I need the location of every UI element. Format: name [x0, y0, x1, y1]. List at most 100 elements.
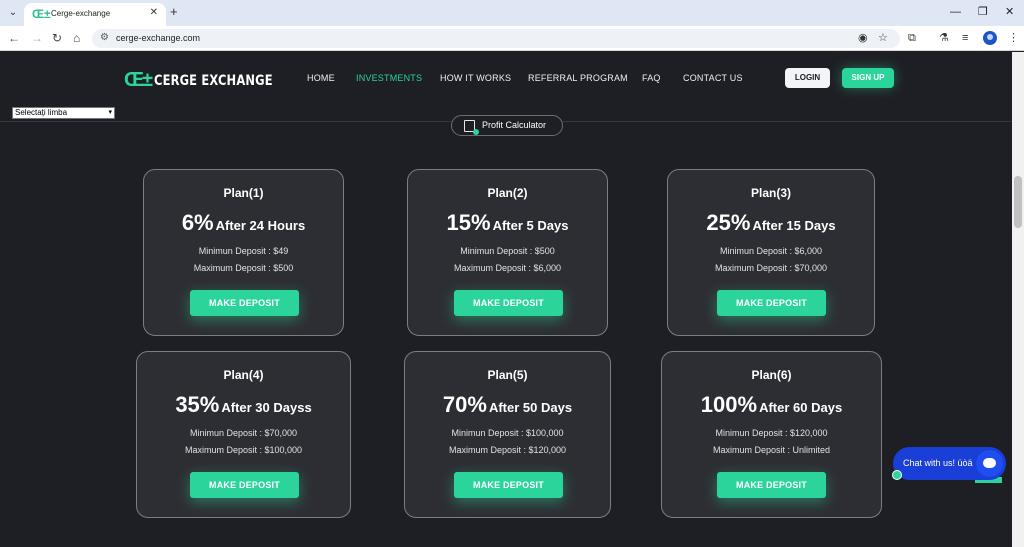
logo-mark-icon: Œ± — [124, 69, 153, 91]
plan-min-deposit: Minimun Deposit : $6,000 — [719, 246, 823, 256]
plan-headline: 100% After 60 Days — [662, 392, 881, 418]
address-bar[interactable]: ⚙ cerge-exchange.com ◉ ☆ — [92, 29, 900, 48]
plan-headline: 35% After 30 Dayss — [137, 392, 350, 418]
chat-bubble-icon — [976, 450, 1003, 477]
plan-period: After 5 Days — [492, 218, 569, 233]
page-scrollbar[interactable] — [1012, 52, 1024, 547]
forward-icon[interactable]: → — [31, 31, 43, 45]
plan-percent: 100% — [700, 392, 758, 417]
plan-percent: 25% — [706, 210, 751, 235]
plan-period: After 15 Days — [752, 218, 836, 233]
plan-max-deposit: Maximum Deposit : $120,000 — [448, 445, 567, 455]
tab-close-icon[interactable]: ✕ — [150, 7, 158, 18]
language-select-value: Selectați limba — [15, 108, 68, 117]
plan-percent: 70% — [442, 392, 487, 417]
reload-icon[interactable]: ↻ — [52, 31, 62, 45]
logo-text: CERGE EXCHANGE — [153, 72, 273, 89]
chevron-down-icon: ▾ — [108, 109, 112, 116]
site-info-icon[interactable]: ⚙ — [100, 32, 109, 43]
plan-name: Plan(5) — [487, 368, 528, 382]
online-status-dot — [892, 470, 902, 480]
plan-headline: 70% After 50 Days — [405, 392, 610, 418]
make-deposit-button[interactable]: MAKE DEPOSIT — [717, 472, 826, 498]
plan-percent: 35% — [175, 392, 220, 417]
plan-card: Plan(5) 70% After 50 Days Minimun Deposit… — [404, 351, 611, 518]
plan-headline: 6% After 24 Hours — [144, 210, 343, 236]
back-icon[interactable]: ← — [8, 31, 20, 45]
plan-min-deposit: Minimun Deposit : $120,000 — [715, 428, 828, 438]
smile-emoji-icon: üòä — [957, 458, 973, 468]
plan-min-deposit: Minimun Deposit : $100,000 — [451, 428, 564, 438]
browser-tab-strip: ⌄ Œ± Cerge-exchange ✕ + — ❐ ✕ — [0, 0, 1024, 26]
plan-percent: 15% — [446, 210, 491, 235]
plan-card: Plan(3) 25% After 15 Days Minimun Deposit… — [667, 169, 875, 336]
url-text[interactable]: cerge-exchange.com — [116, 33, 200, 43]
nav-home[interactable]: HOME — [307, 73, 335, 83]
plan-min-deposit: Minimun Deposit : $70,000 — [189, 428, 298, 438]
page-viewport: Œ± CERGE EXCHANGE HOME INVESTMENTS HOW I… — [0, 52, 1012, 547]
profile-avatar-icon[interactable] — [983, 31, 997, 45]
minimize-icon[interactable]: — — [950, 5, 961, 19]
login-button[interactable]: LOGIN — [785, 68, 830, 88]
signup-button[interactable]: SIGN UP — [842, 68, 894, 88]
plan-card: Plan(6) 100% After 60 Days Minimun Deposi… — [661, 351, 882, 518]
labs-flask-icon[interactable]: ⚗ — [939, 31, 949, 45]
extensions-icon[interactable]: ⧉ — [908, 31, 916, 45]
plan-percent: 6% — [181, 210, 214, 235]
plan-min-deposit: Minimun Deposit : $500 — [460, 246, 555, 256]
site-logo[interactable]: Œ± CERGE EXCHANGE — [124, 69, 299, 92]
plan-card: Plan(2) 15% After 5 Days Minimun Deposit … — [407, 169, 608, 336]
make-deposit-button[interactable]: MAKE DEPOSIT — [454, 290, 563, 316]
plan-name: Plan(1) — [223, 186, 264, 200]
plan-period: After 50 Days — [488, 400, 573, 415]
language-select[interactable]: Selectați limba ▾ — [12, 107, 115, 119]
plan-card: Plan(1) 6% After 24 Hours Minimun Deposit… — [143, 169, 344, 336]
chat-widget-button[interactable]: Chat with us! üòä — [893, 447, 1006, 480]
plan-max-deposit: Maximum Deposit : $100,000 — [184, 445, 303, 455]
plan-headline: 15% After 5 Days — [408, 210, 607, 236]
nav-investments[interactable]: INVESTMENTS — [356, 73, 422, 83]
site-header: Œ± CERGE EXCHANGE HOME INVESTMENTS HOW I… — [0, 52, 1012, 122]
plan-max-deposit: Maximum Deposit : Unlimited — [712, 445, 831, 455]
nav-faq[interactable]: FAQ — [642, 73, 661, 83]
nav-contact-us[interactable]: CONTACT US — [683, 73, 743, 83]
plan-headline: 25% After 15 Days — [668, 210, 874, 236]
bookmark-star-icon[interactable]: ☆ — [878, 31, 888, 44]
home-icon[interactable]: ⌂ — [73, 31, 80, 45]
plan-card: Plan(4) 35% After 30 Dayss Minimun Deposi… — [136, 351, 351, 518]
plan-period: After 30 Dayss — [221, 400, 312, 415]
profit-calculator-label: Profit Calculator — [482, 120, 547, 130]
media-controls-icon[interactable]: ≡ — [962, 31, 968, 45]
plan-name: Plan(3) — [750, 186, 791, 200]
make-deposit-button[interactable]: MAKE DEPOSIT — [717, 290, 826, 316]
tab-title: Cerge-exchange — [51, 9, 111, 18]
new-tab-icon[interactable]: + — [170, 5, 178, 19]
browser-toolbar: ← → ↻ ⌂ ⚙ cerge-exchange.com ◉ ☆ ⧉ ⚗ ≡ ⋮ — [0, 26, 1024, 51]
plan-max-deposit: Maximum Deposit : $70,000 — [714, 263, 828, 273]
scrollbar-thumb[interactable] — [1014, 176, 1022, 228]
plan-name: Plan(6) — [751, 368, 792, 382]
plan-period: After 24 Hours — [215, 218, 306, 233]
chat-label: Chat with us! üòä — [903, 458, 973, 468]
restore-icon[interactable]: ❐ — [978, 5, 988, 19]
make-deposit-button[interactable]: MAKE DEPOSIT — [190, 472, 299, 498]
chat-label-text: Chat with us! — [903, 458, 956, 468]
make-deposit-button[interactable]: MAKE DEPOSIT — [454, 472, 563, 498]
make-deposit-button[interactable]: MAKE DEPOSIT — [190, 290, 299, 316]
profit-calculator-button[interactable]: Profit Calculator — [451, 115, 563, 136]
eye-off-icon[interactable]: ◉ — [858, 31, 868, 44]
window-close-icon[interactable]: ✕ — [1005, 5, 1014, 19]
plan-period: After 60 Days — [759, 400, 843, 415]
plan-max-deposit: Maximum Deposit : $6,000 — [453, 263, 562, 273]
browser-menu-icon[interactable]: ⋮ — [1008, 31, 1019, 45]
nav-referral-program[interactable]: REFERRAL PROGRAM — [528, 73, 628, 83]
browser-tab[interactable]: Œ± Cerge-exchange ✕ — [24, 3, 166, 26]
plan-min-deposit: Minimun Deposit : $49 — [198, 246, 289, 256]
tab-search-icon[interactable]: ⌄ — [5, 5, 21, 21]
favicon-icon: Œ± — [32, 7, 51, 21]
plan-name: Plan(2) — [487, 186, 528, 200]
plan-name: Plan(4) — [223, 368, 264, 382]
calculator-icon — [464, 120, 479, 135]
nav-how-it-works[interactable]: HOW IT WORKS — [440, 73, 511, 83]
plan-max-deposit: Maximum Deposit : $500 — [193, 263, 294, 273]
